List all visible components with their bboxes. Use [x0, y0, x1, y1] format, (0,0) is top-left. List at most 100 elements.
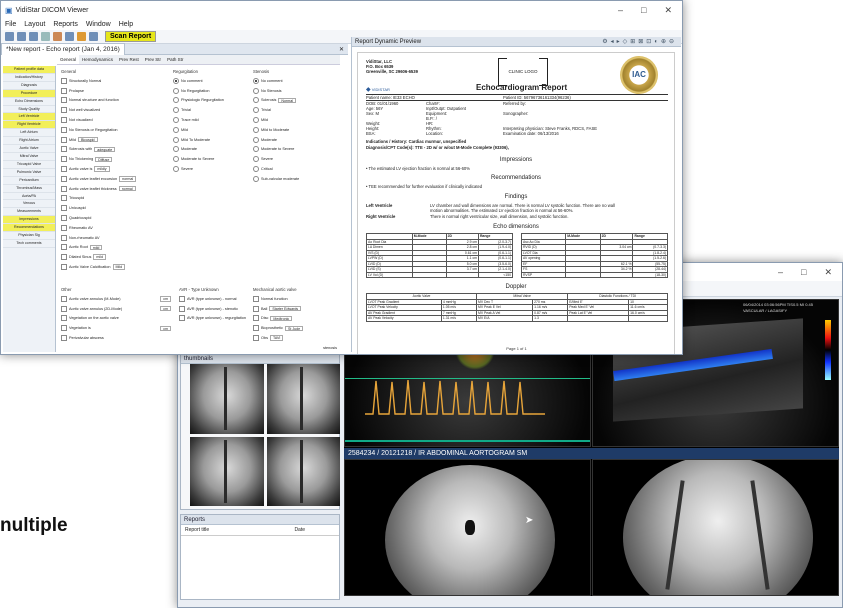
radio-button[interactable] [173, 126, 179, 133]
tool-icon[interactable] [77, 32, 86, 41]
checkbox[interactable] [61, 254, 67, 261]
checkbox[interactable] [61, 126, 67, 133]
checkbox[interactable] [61, 325, 67, 332]
dropdown[interactable]: St Jude [284, 325, 304, 332]
checkbox[interactable] [61, 215, 67, 222]
nav-item[interactable]: Diagnosis [3, 82, 55, 90]
unit-field[interactable]: cm [160, 305, 171, 312]
thumbnail-image[interactable] [266, 364, 340, 434]
checkbox[interactable] [61, 156, 67, 163]
window-controls[interactable]: – □ ✕ [778, 267, 838, 278]
nav-item[interactable]: Thrombus/Mass [3, 185, 55, 193]
checkbox[interactable] [61, 136, 67, 143]
dropdown[interactable]: normal [119, 176, 137, 182]
checkbox[interactable] [61, 205, 67, 212]
print-icon[interactable] [41, 32, 50, 41]
checkbox[interactable] [61, 315, 67, 322]
radio-button[interactable] [173, 166, 179, 173]
radio-button[interactable] [173, 87, 179, 94]
checkbox[interactable] [253, 315, 259, 322]
nav-item[interactable]: Tricuspid Valve [3, 161, 55, 169]
window-controls[interactable]: – □ ✕ [618, 5, 678, 16]
menu-reports[interactable]: Reports [53, 21, 78, 28]
radio-button[interactable] [253, 136, 259, 143]
radio-button[interactable] [173, 156, 179, 163]
tab-sub[interactable]: Prev Rest [116, 55, 142, 64]
reports-col-date[interactable]: Date [294, 527, 305, 533]
radio-button[interactable] [253, 126, 259, 133]
radio-button[interactable] [173, 107, 179, 114]
dropdown[interactable]: mild [89, 244, 103, 251]
maximize-icon[interactable]: □ [641, 5, 646, 16]
save-icon[interactable] [17, 32, 26, 41]
nav-item[interactable]: Aorta/PA [3, 193, 55, 201]
menu-file[interactable]: File [5, 21, 16, 28]
radio-button[interactable] [253, 97, 259, 104]
edit-icon[interactable] [53, 32, 62, 41]
radio-button[interactable] [253, 156, 259, 163]
tab-sub[interactable]: General [57, 55, 80, 64]
dropdown[interactable]: adequate [94, 146, 116, 153]
preview-zoom-icons[interactable]: ⚙◂▸◇⊞⊠⊡◐⊕⊖ [602, 37, 677, 46]
minimize-icon[interactable]: – [778, 267, 783, 278]
dropdown[interactable]: TAVI [269, 335, 284, 341]
layout-icon[interactable] [29, 32, 38, 41]
angiogram-viewport-right[interactable] [592, 459, 839, 596]
checkbox[interactable] [253, 295, 259, 302]
nav-item[interactable]: Tech comments [3, 240, 55, 248]
open-icon[interactable] [5, 32, 14, 41]
unit-field[interactable]: cm [160, 296, 171, 302]
close-icon[interactable]: ✕ [824, 267, 832, 278]
thumbnail-image[interactable] [190, 364, 264, 434]
nav-item[interactable]: Impressions [3, 216, 55, 225]
angiogram-viewport-left[interactable]: ➤ [344, 459, 591, 596]
scan-report-button[interactable]: Scan Report [105, 31, 157, 42]
radio-button[interactable] [173, 97, 179, 104]
checkbox[interactable] [61, 175, 67, 182]
minimize-icon[interactable]: – [618, 5, 623, 16]
checkbox[interactable] [61, 107, 67, 114]
radio-button[interactable] [253, 77, 259, 84]
close-icon[interactable]: ✕ [664, 5, 672, 16]
dropdown[interactable]: Medtronic [270, 315, 293, 322]
dropdown[interactable]: normal [118, 185, 136, 192]
menu-help[interactable]: Help [119, 21, 133, 28]
radio-button[interactable] [253, 87, 259, 94]
nav-item[interactable]: Pulmonic Valve [3, 169, 55, 177]
close-tab-icon[interactable]: ✕ [339, 46, 344, 53]
checkbox[interactable] [61, 166, 67, 173]
checkbox[interactable] [61, 295, 67, 302]
dropdown[interactable]: Normal [278, 97, 296, 104]
checkbox[interactable] [179, 315, 185, 322]
radio-button[interactable] [253, 107, 259, 114]
nav-item[interactable]: Measurements [3, 208, 55, 217]
thumbnail-image[interactable] [266, 436, 340, 506]
nav-item[interactable]: Right Atrium [3, 137, 55, 146]
radio-button[interactable] [253, 146, 259, 153]
nav-item[interactable]: Indication/History [3, 74, 55, 82]
checkbox[interactable] [179, 305, 185, 312]
checkbox[interactable] [179, 295, 185, 302]
nav-item[interactable]: Mitral Valve [3, 153, 55, 161]
thumbnail-image[interactable] [190, 436, 264, 506]
tab-sub[interactable]: Prev Str [142, 55, 164, 64]
dropdown[interactable]: mild [93, 254, 106, 260]
checkbox[interactable] [61, 195, 67, 202]
dropdown[interactable]: Diffuse [95, 156, 113, 163]
tab-sub[interactable]: Path Str [164, 55, 186, 64]
radio-button[interactable] [253, 117, 259, 124]
nav-item[interactable]: Recommendations [3, 224, 55, 233]
nav-item[interactable]: Procedure [3, 89, 55, 98]
checkbox[interactable] [61, 87, 67, 94]
checkbox[interactable] [61, 117, 67, 124]
checkbox[interactable] [61, 305, 67, 312]
checkbox[interactable] [253, 335, 259, 342]
checkbox[interactable] [61, 264, 67, 271]
nav-item[interactable]: Physician Sig [3, 232, 55, 240]
nav-item[interactable]: Echo Dimensions [3, 98, 55, 106]
nav-item[interactable]: Right Ventricle [3, 121, 55, 130]
nav-item[interactable]: Aortic Valve [3, 145, 55, 153]
reports-col-title[interactable]: Report title [185, 527, 209, 533]
checkbox[interactable] [61, 234, 67, 241]
checkbox[interactable] [61, 335, 67, 342]
